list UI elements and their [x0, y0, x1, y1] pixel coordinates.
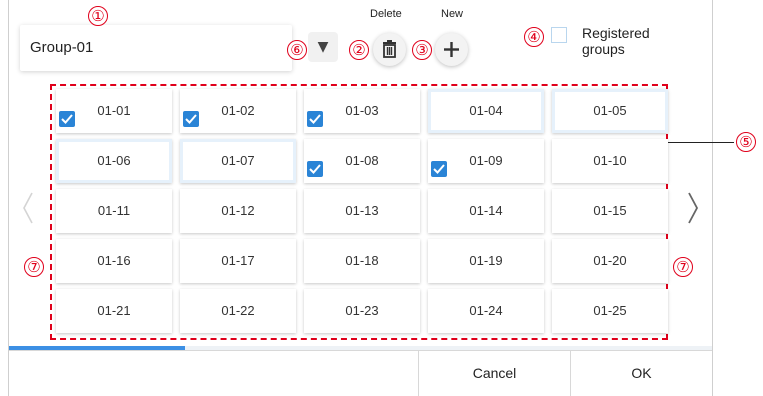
callout-3: ③ [412, 40, 432, 60]
group-cell-label: 01-09 [469, 153, 503, 168]
chevron-right-icon[interactable] [685, 190, 701, 226]
group-cell-label: 01-18 [345, 253, 379, 268]
delete-caption: Delete [370, 8, 402, 20]
group-cell[interactable]: 01-12 [180, 189, 296, 233]
group-cell[interactable]: 01-16 [56, 239, 172, 283]
dropdown-arrow-icon: ▼ [317, 39, 329, 55]
new-caption: New [441, 8, 464, 20]
callout-5: ⑤ [736, 132, 756, 152]
group-cell[interactable]: 01-08 [304, 139, 420, 183]
group-cell[interactable]: 01-17 [180, 239, 296, 283]
group-cell[interactable]: 01-13 [304, 189, 420, 233]
callout-7-left: ⑦ [24, 257, 44, 277]
ok-button[interactable]: OK [571, 351, 712, 396]
group-cell-label: 01-24 [469, 303, 503, 318]
group-cell[interactable]: 01-23 [304, 289, 420, 333]
group-cell[interactable]: 01-20 [552, 239, 668, 283]
group-cell[interactable]: 01-10 [552, 139, 668, 183]
checkmark-icon [431, 161, 447, 177]
group-cell-label: 01-16 [97, 253, 131, 268]
plus-icon [444, 42, 459, 57]
checkmark-icon [59, 111, 75, 127]
group-cell-label: 01-22 [221, 303, 255, 318]
group-cell-label: 01-23 [345, 303, 379, 318]
group-cell[interactable]: 01-09 [428, 139, 544, 183]
group-dropdown-button[interactable]: ▼ [308, 32, 338, 62]
group-cell-label: 01-20 [593, 253, 627, 268]
callout-5-leader-line [668, 142, 734, 143]
group-cell-label: 01-10 [593, 153, 627, 168]
group-cell-label: 01-14 [469, 203, 503, 218]
group-cell-label: 01-12 [221, 203, 255, 218]
group-grid: 01-01 01-02 01-03 01-04 01-05 01-06 01-07 01-08… [50, 84, 668, 340]
registered-groups-checkbox[interactable] [551, 27, 567, 43]
group-cell-label: 01-07 [221, 153, 255, 168]
group-cell-label: 01-17 [221, 253, 255, 268]
callout-6: ⑥ [287, 40, 307, 60]
group-cell[interactable]: 01-18 [304, 239, 420, 283]
registered-label-line-2: groups [582, 41, 625, 57]
checkmark-icon [183, 111, 199, 127]
checkmark-icon [307, 161, 323, 177]
cancel-button[interactable]: Cancel [419, 351, 570, 396]
callout-4: ④ [524, 27, 544, 47]
chevron-left-icon[interactable] [20, 190, 36, 226]
group-cell[interactable]: 01-21 [56, 289, 172, 333]
group-cell-label: 01-06 [97, 153, 131, 168]
group-cell[interactable]: 01-07 [180, 139, 296, 183]
group-cell-label: 01-25 [593, 303, 627, 318]
group-cell-label: 01-08 [345, 153, 379, 168]
group-cell[interactable]: 01-04 [428, 89, 544, 133]
trash-icon [383, 40, 396, 58]
group-cell-label: 01-13 [345, 203, 379, 218]
group-cell[interactable]: 01-19 [428, 239, 544, 283]
registered-groups-label: Registered groups [582, 25, 650, 57]
delete-button[interactable] [373, 33, 406, 66]
group-cell[interactable]: 01-22 [180, 289, 296, 333]
group-cell-label: 01-11 [97, 203, 131, 218]
group-cell[interactable]: 01-02 [180, 89, 296, 133]
callout-7-right: ⑦ [673, 257, 693, 277]
group-cell-label: 01-21 [97, 303, 131, 318]
group-cell[interactable]: 01-25 [552, 289, 668, 333]
group-cell-label: 01-05 [593, 103, 627, 118]
group-cell-label: 01-01 [97, 103, 131, 118]
callout-2: ② [349, 40, 369, 60]
group-cell[interactable]: 01-06 [56, 139, 172, 183]
registered-label-line-1: Registered [582, 25, 650, 41]
group-cell[interactable]: 01-24 [428, 289, 544, 333]
checkmark-icon [307, 111, 323, 127]
group-cell-label: 01-04 [469, 103, 503, 118]
group-name-value: Group-01 [30, 39, 94, 56]
group-cell[interactable]: 01-03 [304, 89, 420, 133]
group-cell[interactable]: 01-14 [428, 189, 544, 233]
group-cell[interactable]: 01-01 [56, 89, 172, 133]
group-cell[interactable]: 01-05 [552, 89, 668, 133]
group-name-field[interactable]: Group-01 [20, 25, 292, 71]
group-cell-label: 01-02 [221, 103, 255, 118]
callout-1: ① [88, 6, 108, 26]
group-cell-label: 01-19 [469, 253, 503, 268]
group-cell-label: 01-15 [593, 203, 627, 218]
group-cell[interactable]: 01-11 [56, 189, 172, 233]
group-cell[interactable]: 01-15 [552, 189, 668, 233]
group-cell-label: 01-03 [345, 103, 379, 118]
new-button[interactable] [435, 33, 468, 66]
